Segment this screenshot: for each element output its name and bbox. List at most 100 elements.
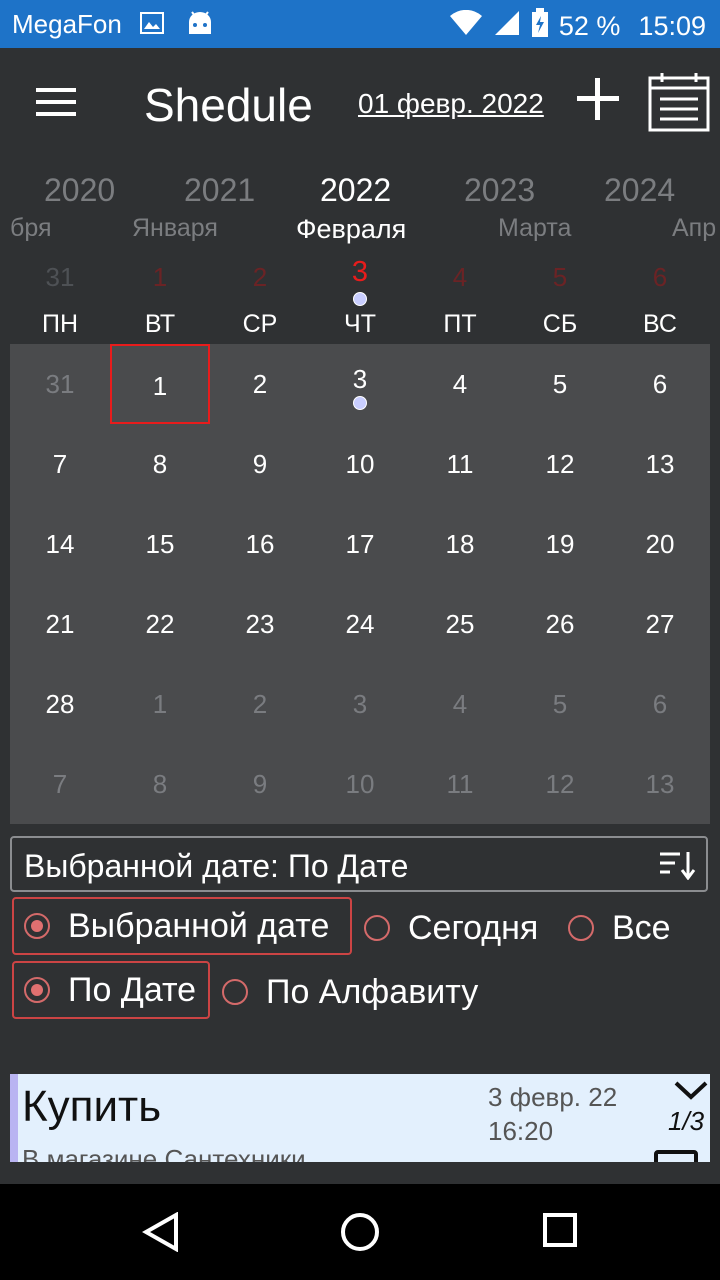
- day-strip-item[interactable]: 4: [410, 262, 510, 293]
- sort-icon[interactable]: [658, 850, 696, 885]
- calendar-day[interactable]: 10: [310, 424, 410, 504]
- day-strip-item[interactable]: 1: [110, 262, 210, 293]
- weekday-label: ЧТ: [344, 310, 376, 338]
- calendar-day[interactable]: 13: [610, 424, 710, 504]
- year-item[interactable]: 2023: [464, 172, 535, 209]
- current-date-link[interactable]: 01 февр. 2022: [358, 88, 544, 120]
- app-title: Shedule: [144, 79, 313, 131]
- navigation-bar: [0, 1184, 720, 1280]
- task-counter: 1/3: [668, 1106, 705, 1136]
- calendar-day[interactable]: 8: [110, 744, 210, 824]
- filter-today-label: Сегодня: [408, 908, 539, 947]
- chevron-down-icon[interactable]: [674, 1080, 708, 1105]
- calendar-day[interactable]: 17: [310, 504, 410, 584]
- calendar-day[interactable]: 20: [610, 504, 710, 584]
- task-color-bar: [10, 1074, 18, 1162]
- carrier-label: MegaFon: [12, 9, 122, 39]
- calendar-day[interactable]: 11: [410, 744, 510, 824]
- day-strip-item[interactable]: 6: [610, 262, 710, 293]
- day-strip-item[interactable]: 31: [10, 262, 110, 293]
- month-item[interactable]: Апр: [672, 214, 716, 243]
- filter-all-label: Все: [612, 908, 671, 947]
- calendar-day[interactable]: 31: [10, 344, 110, 424]
- calendar-day[interactable]: 27: [610, 584, 710, 664]
- calendar-day[interactable]: 19: [510, 504, 610, 584]
- calendar-day[interactable]: 2: [210, 664, 310, 744]
- radio-checked-icon: [24, 977, 50, 1003]
- calendar-day[interactable]: 22: [110, 584, 210, 664]
- calendar-day[interactable]: 6: [610, 664, 710, 744]
- calendar-day[interactable]: 23: [210, 584, 310, 664]
- year-item[interactable]: 2024: [604, 172, 675, 209]
- weekday-label: ПТ: [443, 310, 477, 338]
- task-title: Купить: [22, 1082, 162, 1131]
- radio-unchecked-icon: [222, 979, 248, 1005]
- order-by-date-radio[interactable]: По Дате: [12, 961, 210, 1019]
- calendar-day[interactable]: 2: [210, 344, 310, 424]
- calendar-day[interactable]: 1: [110, 664, 210, 744]
- order-alphabetical-label: По Алфавиту: [266, 972, 479, 1011]
- day-strip-item[interactable]: 2: [210, 262, 310, 293]
- filter-all-radio[interactable]: Все: [568, 899, 671, 957]
- wifi-icon: [449, 9, 483, 43]
- calendar-day[interactable]: 5: [510, 664, 610, 744]
- calendar-list-icon[interactable]: [648, 72, 710, 132]
- calendar-day[interactable]: 18: [410, 504, 510, 584]
- calendar-day[interactable]: 3: [310, 664, 410, 744]
- calendar-day[interactable]: 9: [210, 744, 310, 824]
- year-item[interactable]: 2020: [44, 172, 115, 209]
- content-bottom-gap: [0, 1162, 720, 1184]
- battery-icon: [531, 8, 549, 45]
- calendar-day[interactable]: 24: [310, 584, 410, 664]
- radio-checked-icon: [24, 913, 50, 939]
- add-icon[interactable]: [575, 76, 621, 122]
- task-card[interactable]: Купить В магазине Сантехники 3 февр. 22 …: [10, 1074, 710, 1162]
- task-time: 16:20: [488, 1116, 554, 1146]
- month-item[interactable]: бря: [10, 214, 51, 243]
- month-item[interactable]: Января: [132, 214, 218, 243]
- sort-selector[interactable]: Выбранной дате: По Дате: [10, 836, 708, 892]
- calendar-day[interactable]: 26: [510, 584, 610, 664]
- calendar-day[interactable]: 8: [110, 424, 210, 504]
- day-strip-item-selected[interactable]: 3: [310, 256, 410, 289]
- calendar-day[interactable]: 9: [210, 424, 310, 504]
- year-item-selected[interactable]: 2022: [320, 172, 391, 209]
- calendar-day[interactable]: 16: [210, 504, 310, 584]
- calendar-day[interactable]: 12: [510, 744, 610, 824]
- calendar-day[interactable]: 7: [10, 424, 110, 504]
- filter-today-radio[interactable]: Сегодня: [364, 899, 538, 957]
- calendar-day[interactable]: 28: [10, 664, 110, 744]
- calendar-day[interactable]: 15: [110, 504, 210, 584]
- menu-icon[interactable]: [36, 88, 76, 118]
- calendar-day[interactable]: 4: [410, 664, 510, 744]
- calendar-day[interactable]: 25: [410, 584, 510, 664]
- calendar-day-selected[interactable]: 1: [110, 344, 210, 424]
- month-item[interactable]: Марта: [498, 214, 571, 243]
- task-subtitle: В магазине Сантехники: [22, 1144, 306, 1162]
- order-alphabetical-radio[interactable]: По Алфавиту: [222, 963, 478, 1021]
- year-item[interactable]: 2021: [184, 172, 255, 209]
- calendar-day[interactable]: 3: [310, 344, 410, 424]
- month-item-selected[interactable]: Февраля: [296, 214, 406, 245]
- calendar-day[interactable]: 10: [310, 744, 410, 824]
- weekday-header: ПН ВТ СР ЧТ ПТ СБ ВС: [10, 310, 710, 344]
- calendar-day[interactable]: 11: [410, 424, 510, 504]
- back-icon[interactable]: [141, 1211, 180, 1257]
- calendar-day[interactable]: 21: [10, 584, 110, 664]
- app-bar: Shedule 01 февр. 2022: [0, 48, 720, 160]
- battery-percent: 52 %: [558, 11, 621, 41]
- home-icon[interactable]: [340, 1212, 380, 1257]
- calendar-day[interactable]: 4: [410, 344, 510, 424]
- task-expand-icon[interactable]: [654, 1150, 698, 1162]
- calendar-day[interactable]: 5: [510, 344, 610, 424]
- signal-icon: [493, 10, 521, 43]
- event-dot-icon: [353, 396, 367, 410]
- day-strip-item[interactable]: 5: [510, 262, 610, 293]
- calendar-day[interactable]: 7: [10, 744, 110, 824]
- filter-selected-date-radio[interactable]: Выбранной дате: [12, 897, 352, 955]
- recents-icon[interactable]: [542, 1212, 578, 1253]
- calendar-day[interactable]: 6: [610, 344, 710, 424]
- calendar-day[interactable]: 12: [510, 424, 610, 504]
- calendar-day[interactable]: 14: [10, 504, 110, 584]
- calendar-day[interactable]: 13: [610, 744, 710, 824]
